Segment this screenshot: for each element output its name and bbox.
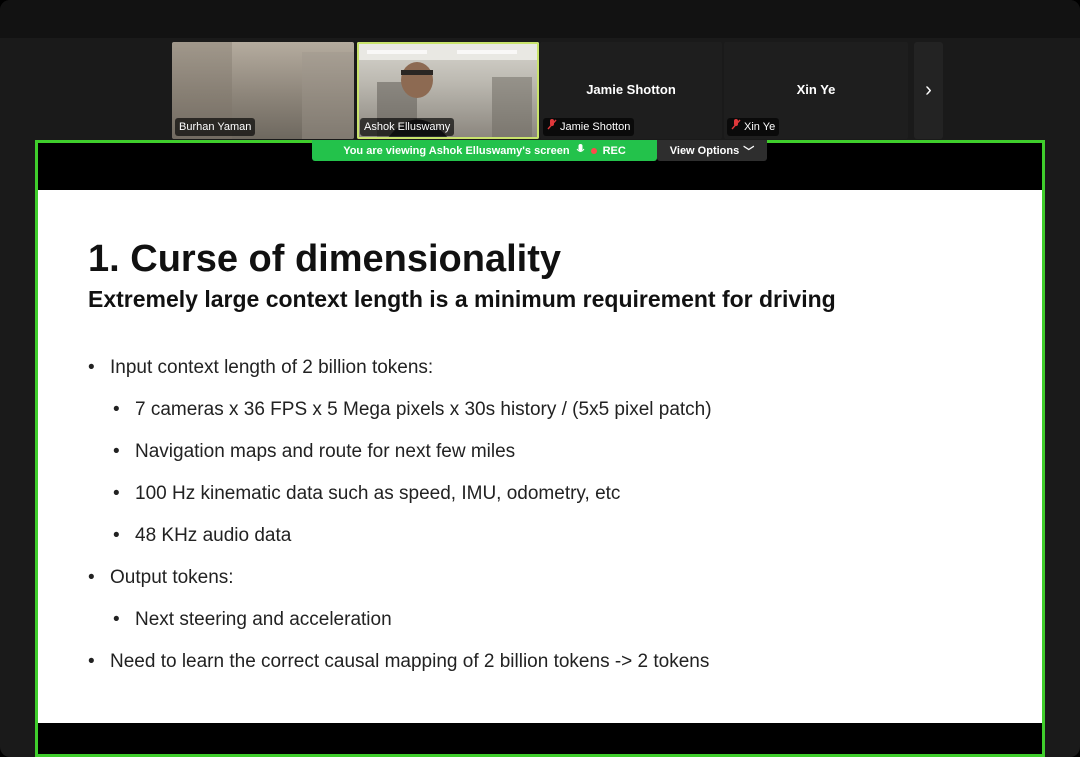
participant-display-name: Jamie Shotton	[586, 82, 676, 97]
slide-subtitle: Extremely large context length is a mini…	[88, 286, 836, 312]
bullet-item: Need to learn the correct causal mapping…	[88, 650, 1028, 692]
view-options-label: View Options	[669, 144, 740, 157]
mic-icon	[576, 143, 585, 158]
chevron-right-icon: ›	[925, 79, 932, 101]
bullet-item: Input context length of 2 billion tokens…	[88, 356, 1028, 398]
presentation-slide: 1. Curse of dimensionality Extremely lar…	[38, 190, 1042, 723]
mic-muted-icon	[731, 118, 741, 136]
participant-display-name: Xin Ye	[796, 82, 836, 97]
slide-title: 1. Curse of dimensionality	[88, 238, 561, 280]
participant-name: Jamie Shotton	[560, 121, 631, 133]
sub-bullet-item: Next steering and acceleration	[88, 608, 1028, 650]
zoom-meeting-window: Burhan Yaman Ashok Elluswamy Jamie Shott…	[0, 0, 1080, 757]
viewing-text: You are viewing Ashok Elluswamy's screen	[343, 144, 570, 157]
sub-bullet-item: 7 cameras x 36 FPS x 5 Mega pixels x 30s…	[88, 398, 1028, 440]
name-tag: Ashok Elluswamy	[360, 118, 455, 136]
participant-name: Ashok Elluswamy	[364, 121, 451, 133]
participant-tile-jamie[interactable]: Jamie Shotton Jamie Shotton	[540, 42, 722, 139]
participant-tile-xin[interactable]: Xin Ye Xin Ye	[724, 42, 908, 139]
participant-name: Burhan Yaman	[179, 121, 252, 133]
name-tag: Burhan Yaman	[175, 118, 256, 136]
sub-bullet-item: 100 Hz kinematic data such as speed, IMU…	[88, 482, 1028, 524]
sub-bullet-item: Navigation maps and route for next few m…	[88, 440, 1028, 482]
bullet-item: Output tokens:	[88, 566, 1028, 608]
name-tag: Jamie Shotton	[543, 118, 635, 136]
participant-tile-ashok[interactable]: Ashok Elluswamy	[357, 42, 539, 139]
mic-muted-icon	[547, 118, 557, 136]
slide-bullet-list: Input context length of 2 billion tokens…	[88, 356, 1028, 692]
participant-tile-burhan[interactable]: Burhan Yaman	[172, 42, 354, 139]
participant-name: Xin Ye	[744, 121, 776, 133]
title-bar	[0, 0, 1080, 38]
name-tag: Xin Ye	[727, 118, 780, 136]
sub-bullet-item: 48 KHz audio data	[88, 524, 1028, 566]
rec-label: REC	[602, 144, 626, 157]
viewing-screen-banner: You are viewing Ashok Elluswamy's screen…	[312, 140, 657, 161]
rec-dot-icon	[590, 147, 597, 154]
view-options-button[interactable]: View Options ﹀	[657, 140, 767, 161]
next-page-button[interactable]: ›	[914, 42, 943, 139]
chevron-down-icon: ﹀	[743, 145, 755, 158]
